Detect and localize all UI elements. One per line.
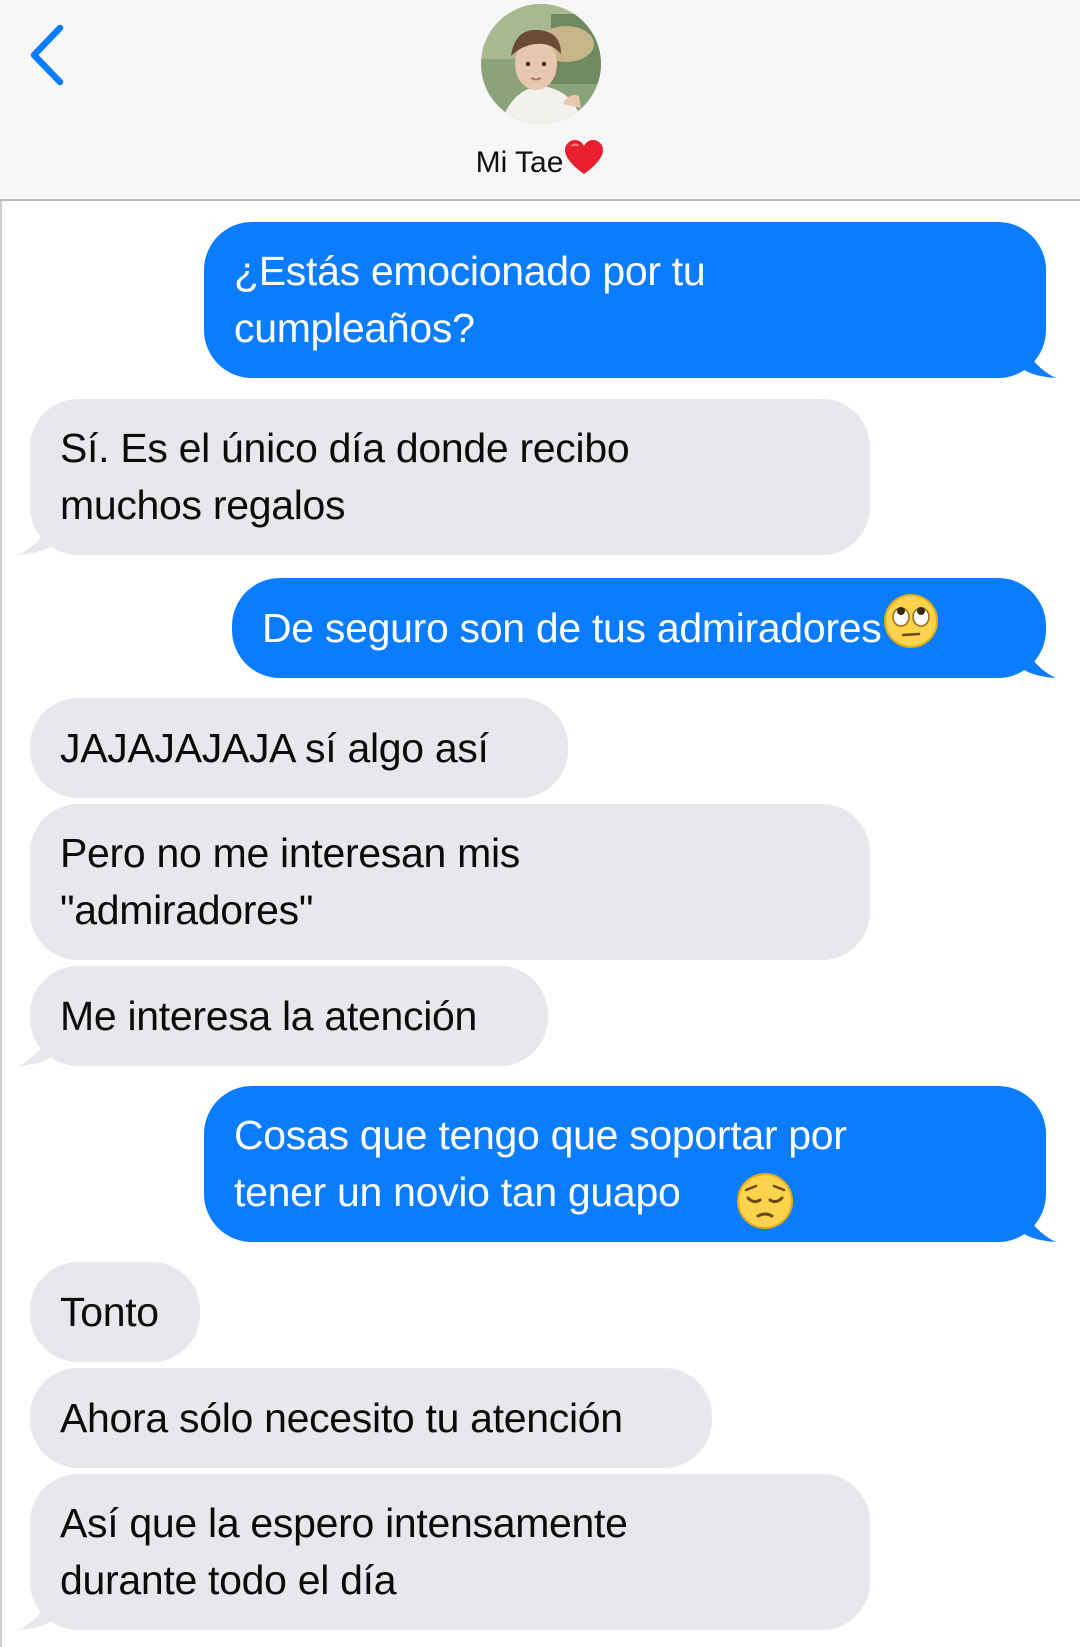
- message-text: Tonto: [60, 1288, 159, 1335]
- back-button[interactable]: [24, 22, 72, 88]
- bubble-tail: [18, 1028, 54, 1066]
- eye-roll-emoji: [883, 593, 939, 664]
- bubble-tail: [1020, 340, 1056, 378]
- message-bubble-incoming[interactable]: JAJAJAJAJA sí algo así: [30, 698, 568, 798]
- message-bubble-outgoing[interactable]: ¿Estás emocionado por tu cumpleaños?: [204, 222, 1046, 378]
- contact-name-text: Mi Tae: [475, 146, 564, 179]
- message-bubble-incoming[interactable]: Ahora sólo necesito tu atención: [30, 1368, 712, 1468]
- message-bubble-outgoing[interactable]: De seguro son de tus admiradores: [232, 578, 1046, 678]
- message-text: ¿Estás emocionado por tu cumpleaños?: [234, 248, 706, 351]
- bubble-tail: [18, 517, 54, 555]
- pensive-face-emoji: [736, 1172, 794, 1235]
- bubble-tail: [18, 1592, 54, 1630]
- conversation-header: Mi Tae: [0, 0, 1080, 201]
- contact-name[interactable]: Mi Tae: [0, 140, 1080, 186]
- message-text: Ahora sólo necesito tu atención: [60, 1394, 623, 1441]
- message-bubble-incoming[interactable]: Pero no me interesan mis "admiradores": [30, 804, 870, 960]
- bubble-tail: [1020, 640, 1056, 678]
- bubble-tail: [1020, 1204, 1056, 1242]
- message-text: De seguro son de tus admiradores: [262, 604, 882, 651]
- message-text: Me interesa la atención: [60, 992, 478, 1039]
- window-edge: [0, 201, 2, 1647]
- message-bubble-incoming[interactable]: Así que la espero intensamente durante t…: [30, 1474, 870, 1630]
- message-bubble-incoming[interactable]: Sí. Es el único día donde recibo muchos …: [30, 399, 870, 555]
- message-text: Así que la espero intensamente durante t…: [60, 1500, 628, 1603]
- avatar-photo: [481, 4, 601, 124]
- chevron-left-icon: [30, 24, 64, 86]
- contact-avatar[interactable]: [481, 4, 601, 124]
- message-bubble-outgoing[interactable]: Cosas que tengo que soportar por tener u…: [204, 1086, 1046, 1242]
- message-text: Sí. Es el único día donde recibo muchos …: [60, 425, 630, 528]
- message-text: JAJAJAJAJA sí algo así: [60, 724, 489, 771]
- message-text: Pero no me interesan mis "admiradores": [60, 830, 520, 933]
- message-bubble-incoming[interactable]: Me interesa la atención: [30, 966, 548, 1066]
- message-bubble-incoming[interactable]: Tonto: [30, 1262, 200, 1362]
- heart-icon: [564, 140, 604, 186]
